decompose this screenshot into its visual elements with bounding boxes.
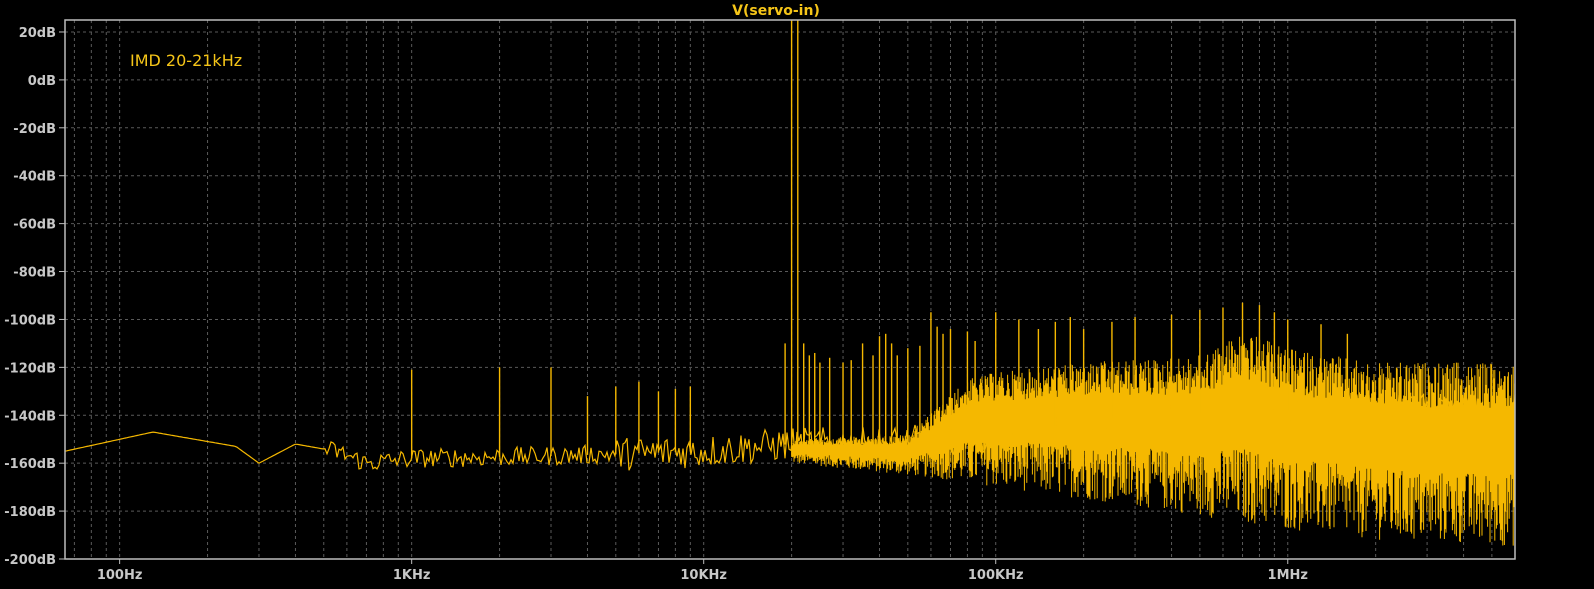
y-tick-label: -20dB (13, 122, 56, 137)
y-tick-label: -40dB (13, 170, 56, 185)
y-tick-label: -200dB (4, 553, 56, 568)
x-tick-label: 10KHz (680, 568, 727, 583)
y-tick-label: 20dB (19, 26, 56, 41)
x-tick-label: 100KHz (968, 568, 1024, 583)
y-tick-label: -180dB (4, 505, 56, 520)
x-tick-label: 1KHz (393, 568, 431, 583)
chart-title: V(servo-in) (732, 3, 820, 19)
x-tick-label: 1MHz (1268, 568, 1308, 583)
y-tick-label: -160dB (4, 457, 56, 472)
y-tick-label: -120dB (4, 361, 56, 376)
spectrum-plot: 20dB 0dB -20dB -40dB -60dB -80dB -100dB -120dB -… (0, 0, 1594, 589)
y-tick-label: 0dB (28, 74, 56, 89)
y-tick-label: -100dB (4, 313, 56, 328)
y-tick-label: -140dB (4, 409, 56, 424)
x-tick-label: 100Hz (97, 568, 143, 583)
y-tick-label: -60dB (13, 218, 56, 233)
annotation-label: IMD 20-21kHz (130, 51, 242, 70)
plot-background (0, 0, 1594, 589)
y-tick-label: -80dB (13, 266, 56, 281)
